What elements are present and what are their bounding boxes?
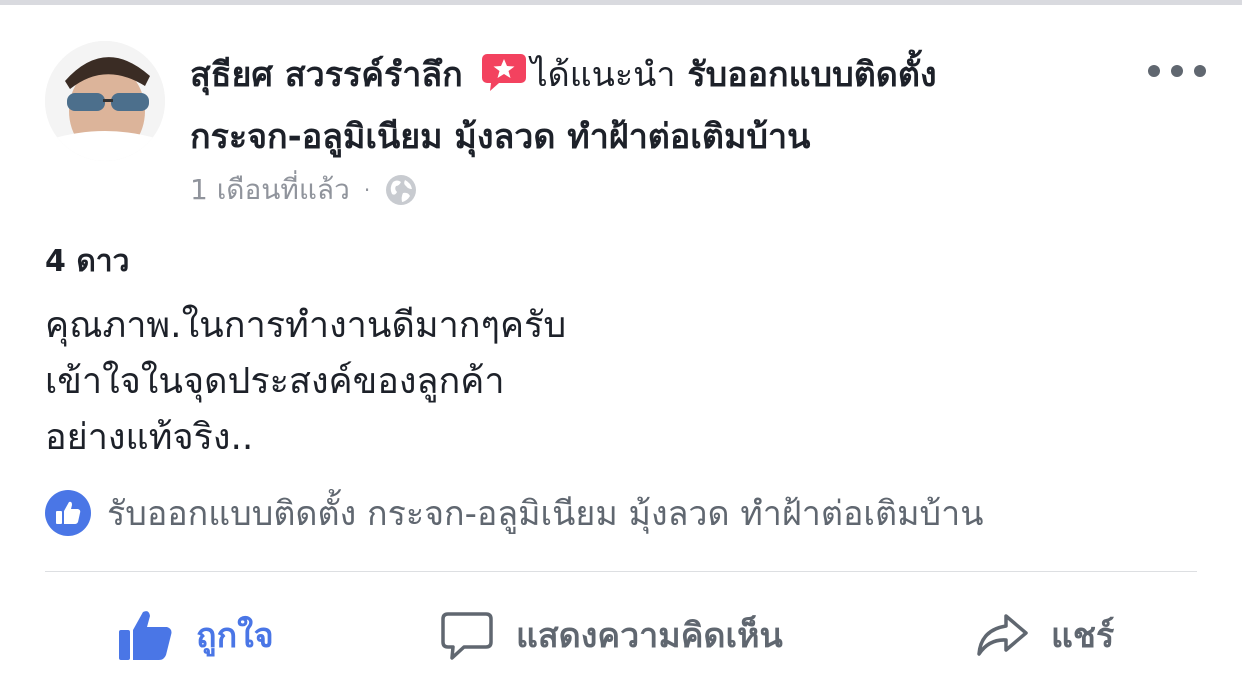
like-button[interactable]: ถูกใจ bbox=[118, 600, 274, 670]
globe-icon bbox=[386, 175, 417, 205]
review-line: เข้าใจในจุดประสงค์ของลูกค้า bbox=[45, 361, 505, 402]
page-tag-label[interactable]: รับออกแบบติดตั้ง กระจก-อลูมิเนียม มุ้งลว… bbox=[107, 486, 983, 540]
comment-icon bbox=[441, 612, 493, 660]
thumbs-up-icon bbox=[119, 611, 172, 660]
separator: · bbox=[363, 178, 371, 202]
comment-label: แสดงความคิดเห็น bbox=[516, 616, 783, 656]
rating-label: 4 ดาว bbox=[45, 244, 130, 279]
avatar[interactable] bbox=[45, 41, 165, 161]
page-tag[interactable]: รับออกแบบติดตั้ง กระจก-อลูมิเนียม มุ้งลว… bbox=[45, 488, 983, 538]
more-dot bbox=[1194, 65, 1206, 77]
like-label: ถูกใจ bbox=[196, 616, 274, 656]
review-text: คุณภาพ.ในการทำงานดีมากๆครับ เข้าใจในจุดป… bbox=[45, 298, 566, 466]
author-name[interactable]: สุธียศ สวรรค์รำลึก bbox=[190, 55, 463, 95]
recommend-star-icon bbox=[481, 50, 527, 91]
recommend-text: ได้แนะนำ bbox=[530, 55, 676, 95]
share-button[interactable]: แชร์ bbox=[975, 600, 1114, 670]
like-badge-icon bbox=[45, 490, 91, 536]
post-header: สุธียศ สวรรค์รำลึก ได้แนะนำ รับออกแบบติด… bbox=[190, 44, 1070, 168]
more-dot bbox=[1171, 65, 1183, 77]
share-arrow-icon bbox=[977, 614, 1028, 656]
review-line: คุณภาพ.ในการทำงานดีมากๆครับ bbox=[45, 305, 567, 346]
top-divider bbox=[0, 0, 1242, 5]
review-line: อย่างแท้จริง.. bbox=[45, 417, 254, 458]
page-name-link[interactable]: รับออกแบบติดตั้ง bbox=[687, 55, 936, 95]
comment-button[interactable]: แสดงความคิดเห็น bbox=[440, 600, 783, 670]
page-name-link-continued[interactable]: กระจก-อลูมิเนียม มุ้งลวด ทำฝ้าต่อเติมบ้า… bbox=[190, 117, 810, 157]
post-meta: 1 เดือนที่แล้ว · bbox=[190, 170, 418, 210]
share-label: แชร์ bbox=[1051, 616, 1115, 656]
avatar-image bbox=[45, 41, 165, 161]
timestamp[interactable]: 1 เดือนที่แล้ว bbox=[190, 168, 350, 212]
action-bar: ถูกใจ แสดงความคิดเห็น แชร์ bbox=[0, 600, 1242, 670]
actions-divider bbox=[45, 571, 1197, 572]
more-options-button[interactable] bbox=[1148, 56, 1206, 86]
more-horizontal-icon bbox=[1148, 65, 1160, 77]
